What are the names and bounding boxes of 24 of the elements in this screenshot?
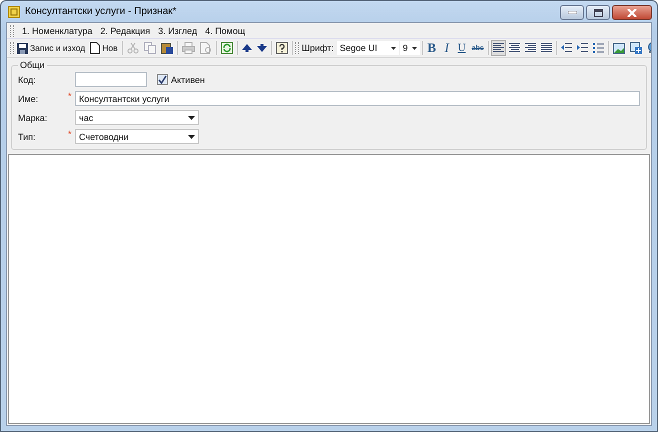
menu-item[interactable]: 3. Изглед [158, 26, 198, 36]
field-label: Марка: [18, 112, 48, 122]
font-dropdown[interactable]: Segoe UI [336, 41, 399, 55]
new-button[interactable]: Нов [88, 40, 120, 56]
size-dropdown[interactable]: 9 [400, 41, 420, 55]
field-label: Код: [18, 74, 37, 84]
dropdown-field[interactable]: час [75, 110, 199, 125]
input-field[interactable]: Консултантски услуги [75, 91, 640, 106]
active-checkbox[interactable]: Активен [157, 74, 205, 85]
format-button[interactable]: I [440, 40, 454, 56]
window-title: Консултантски услуги - Признак* [25, 6, 176, 17]
menu-item[interactable]: 1. Номенклатура [22, 26, 92, 36]
field-label: Тип: [18, 132, 37, 142]
required-mark: * [68, 129, 72, 139]
font-label: Шрифт: [302, 43, 334, 53]
menu-item[interactable]: 4. Помощ [205, 26, 246, 36]
required-mark: * [68, 91, 72, 101]
dropdown-field[interactable]: Счетоводни [75, 129, 199, 144]
format-button[interactable]: U [454, 40, 469, 56]
format-button[interactable]: B [424, 40, 439, 56]
group-title: Общи [19, 60, 46, 70]
field-label: Име: [18, 94, 40, 104]
save-button[interactable]: Запис и изход [15, 40, 88, 56]
menu-item[interactable]: 2. Редакция [100, 26, 150, 36]
